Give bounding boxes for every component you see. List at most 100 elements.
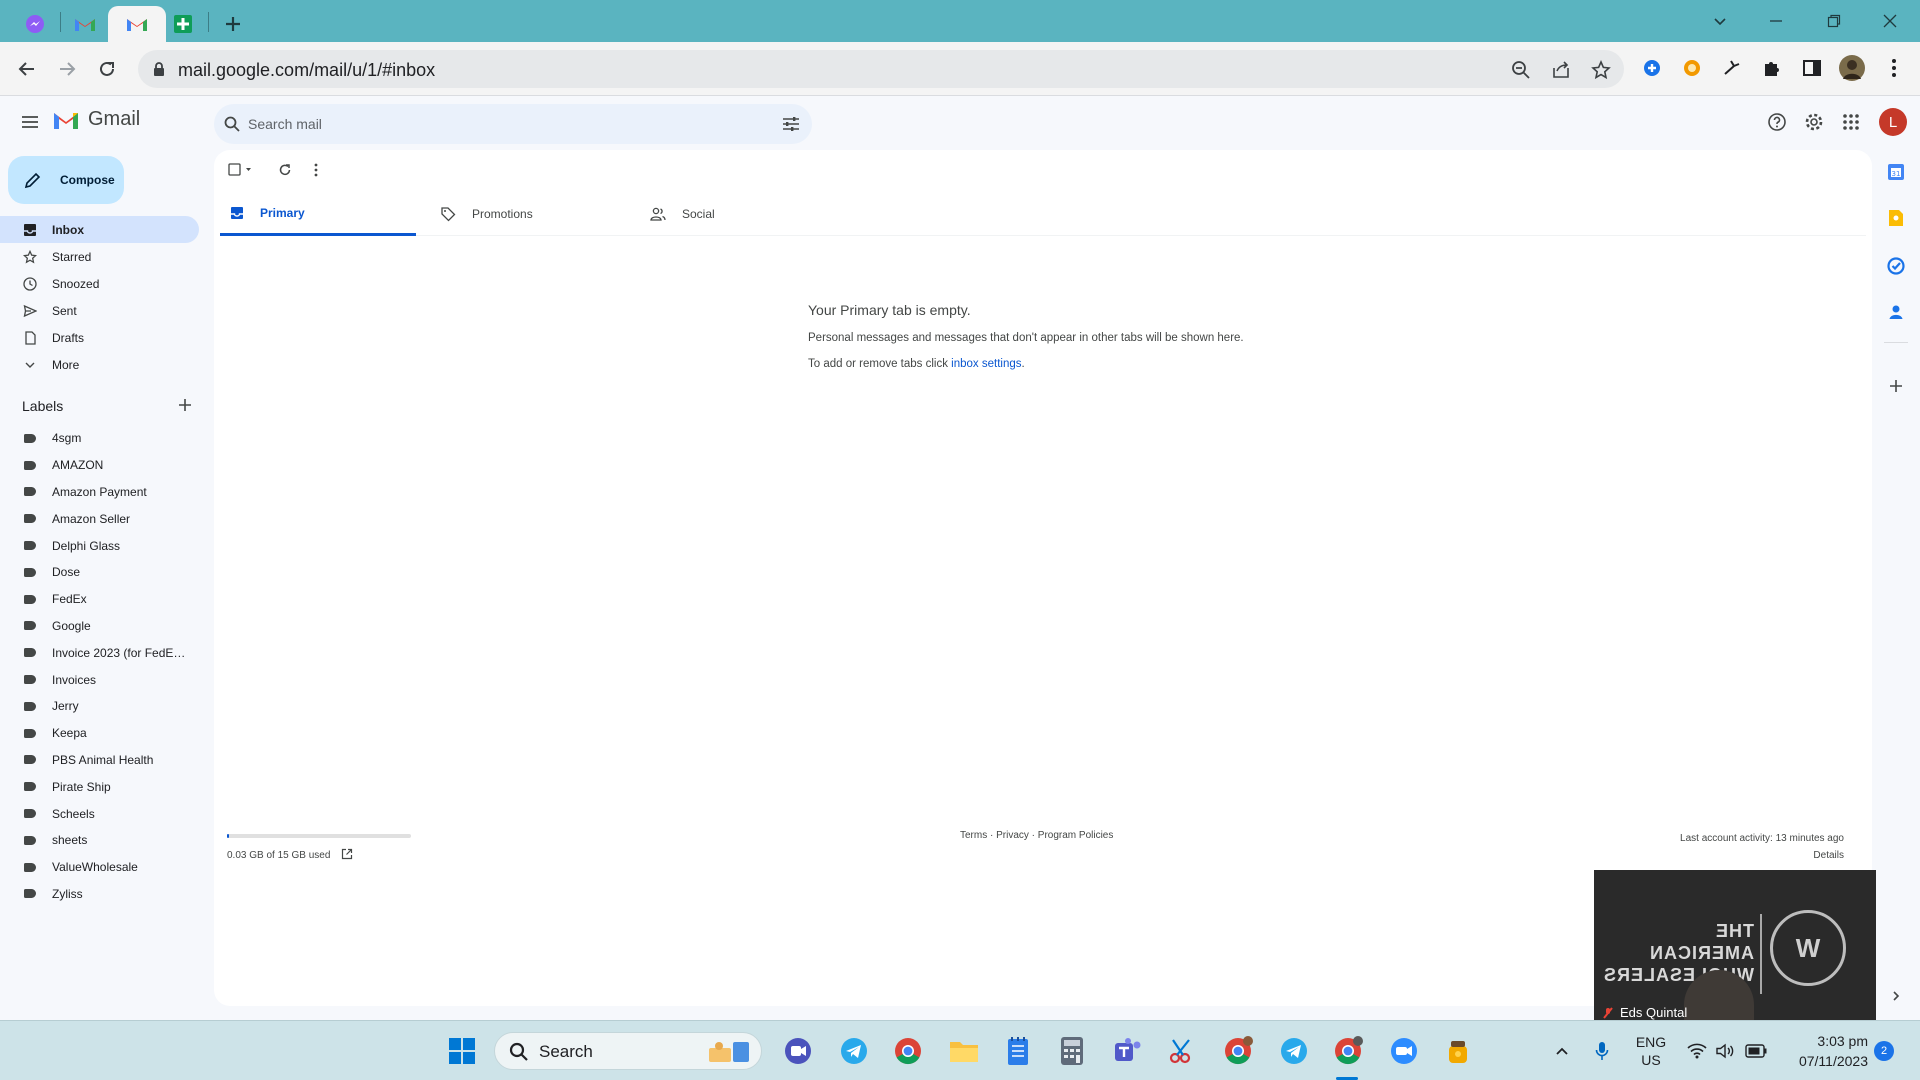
label-item[interactable]: Jerry bbox=[0, 693, 200, 720]
taskbar-telegram-2[interactable] bbox=[1276, 1033, 1312, 1069]
search-icon[interactable] bbox=[224, 116, 240, 132]
get-addons-button[interactable] bbox=[1886, 376, 1906, 396]
search-options-icon[interactable] bbox=[782, 116, 800, 132]
taskbar-snipping-app[interactable] bbox=[1164, 1033, 1200, 1069]
settings-button[interactable] bbox=[1802, 110, 1826, 134]
label-item[interactable]: Keepa bbox=[0, 720, 200, 747]
nav-item-sent[interactable]: Sent bbox=[0, 297, 200, 324]
restore-button[interactable] bbox=[1806, 0, 1862, 42]
bookmark-button[interactable] bbox=[1590, 59, 1612, 81]
back-button[interactable] bbox=[12, 54, 42, 84]
label-item[interactable]: Invoices bbox=[0, 666, 200, 693]
label-item[interactable]: ValueWholesale bbox=[0, 854, 200, 881]
taskbar-clock[interactable]: 3:03 pm 07/11/2023 bbox=[1778, 1031, 1868, 1071]
label-item[interactable]: Amazon Payment bbox=[0, 479, 200, 506]
taskbar-file-explorer[interactable] bbox=[946, 1033, 982, 1069]
extensions-button[interactable] bbox=[1758, 54, 1786, 82]
select-all-checkbox[interactable] bbox=[228, 160, 254, 180]
new-tab-button[interactable] bbox=[210, 6, 256, 42]
taskbar-app-extra[interactable] bbox=[1440, 1033, 1476, 1069]
zoom-button[interactable] bbox=[1510, 59, 1532, 81]
video-call-overlay[interactable]: THE AMERICAN WHOLESALERS W Eds Quintal bbox=[1594, 870, 1876, 1020]
nav-item-starred[interactable]: Starred bbox=[0, 243, 200, 270]
main-menu-button[interactable] bbox=[18, 110, 42, 134]
forward-button[interactable] bbox=[52, 54, 82, 84]
tab-social[interactable]: Social bbox=[640, 192, 836, 236]
taskbar-telegram-app[interactable] bbox=[836, 1033, 872, 1069]
label-item[interactable]: FedEx bbox=[0, 586, 200, 613]
taskbar-chrome-profile-2[interactable] bbox=[1330, 1033, 1366, 1069]
input-language[interactable]: ENG US bbox=[1628, 1021, 1674, 1080]
extension-3-button[interactable] bbox=[1718, 54, 1746, 82]
url-text[interactable]: mail.google.com/mail/u/1/#inbox bbox=[178, 60, 435, 81]
wifi-tray-icon[interactable] bbox=[1684, 1021, 1710, 1080]
lock-icon[interactable] bbox=[152, 61, 166, 77]
add-label-icon[interactable] bbox=[178, 398, 192, 412]
search-bar[interactable] bbox=[214, 104, 812, 144]
keep-app-button[interactable] bbox=[1886, 208, 1906, 228]
label-item[interactable]: AMAZON bbox=[0, 452, 200, 479]
volume-tray-icon[interactable] bbox=[1712, 1021, 1738, 1080]
label-item[interactable]: Amazon Seller bbox=[0, 505, 200, 532]
label-item[interactable]: Dose bbox=[0, 559, 200, 586]
taskbar-meet-app[interactable] bbox=[780, 1033, 816, 1069]
search-input[interactable] bbox=[248, 112, 748, 136]
refresh-button[interactable] bbox=[278, 160, 292, 180]
notification-badge[interactable]: 2 bbox=[1874, 1041, 1894, 1061]
start-button[interactable] bbox=[444, 1033, 480, 1069]
battery-tray-icon[interactable] bbox=[1742, 1021, 1770, 1080]
nav-item-inbox[interactable]: Inbox bbox=[0, 216, 199, 243]
side-panel-button[interactable] bbox=[1798, 54, 1826, 82]
tab-gmail[interactable] bbox=[62, 6, 108, 42]
label-item[interactable]: Google bbox=[0, 613, 200, 640]
account-avatar[interactable]: L bbox=[1879, 108, 1907, 136]
inbox-settings-link[interactable]: inbox settings bbox=[951, 358, 1021, 370]
label-item[interactable]: sheets bbox=[0, 827, 200, 854]
share-button[interactable] bbox=[1550, 59, 1572, 81]
nav-item-snoozed[interactable]: Snoozed bbox=[0, 270, 200, 297]
gmail-logo[interactable]: Gmail bbox=[52, 108, 140, 131]
more-actions-button[interactable] bbox=[314, 160, 318, 180]
nav-item-drafts[interactable]: Drafts bbox=[0, 324, 200, 351]
taskbar-notepad-app[interactable] bbox=[1000, 1033, 1036, 1069]
taskbar-calculator-app[interactable] bbox=[1054, 1033, 1090, 1069]
address-bar[interactable]: mail.google.com/mail/u/1/#inbox bbox=[138, 50, 1624, 88]
tab-gmail-active[interactable] bbox=[108, 6, 166, 42]
browser-menu-button[interactable] bbox=[1880, 54, 1908, 82]
taskbar-teams-app[interactable] bbox=[1110, 1033, 1146, 1069]
compose-button[interactable]: Compose bbox=[8, 156, 124, 204]
label-item[interactable]: Delphi Glass bbox=[0, 532, 200, 559]
tab-search-button[interactable] bbox=[1692, 0, 1748, 42]
extension-2-button[interactable] bbox=[1678, 54, 1706, 82]
label-item[interactable]: Scheels bbox=[0, 800, 200, 827]
taskbar-chrome-profile-1[interactable] bbox=[1220, 1033, 1256, 1069]
extension-1-button[interactable] bbox=[1638, 54, 1666, 82]
taskbar-search[interactable]: Search bbox=[494, 1032, 762, 1070]
microphone-tray-icon[interactable] bbox=[1590, 1021, 1614, 1080]
label-item[interactable]: Zyliss bbox=[0, 881, 200, 908]
tab-promotions[interactable]: Promotions bbox=[430, 192, 626, 236]
show-side-panel-button[interactable] bbox=[1886, 986, 1906, 1006]
tab-messenger[interactable] bbox=[12, 6, 58, 42]
close-window-button[interactable] bbox=[1862, 0, 1918, 42]
calendar-app-button[interactable]: 31 bbox=[1886, 162, 1906, 182]
label-item[interactable]: PBS Animal Health bbox=[0, 747, 200, 774]
show-hidden-icons-button[interactable] bbox=[1550, 1021, 1574, 1080]
external-link-icon[interactable] bbox=[341, 848, 353, 860]
label-item[interactable]: Pirate Ship bbox=[0, 773, 200, 800]
footer-links[interactable]: Terms · Privacy · Program Policies bbox=[960, 830, 1113, 841]
reload-button[interactable] bbox=[92, 54, 122, 84]
nav-item-more[interactable]: More bbox=[0, 351, 200, 378]
taskbar-zoom-app[interactable] bbox=[1386, 1033, 1422, 1069]
tab-sheets[interactable] bbox=[160, 6, 206, 42]
tab-primary[interactable]: Primary bbox=[220, 192, 416, 236]
details-link[interactable]: Details bbox=[1680, 847, 1844, 864]
minimize-button[interactable] bbox=[1748, 0, 1804, 42]
apps-button[interactable] bbox=[1839, 110, 1863, 134]
label-item[interactable]: Invoice 2023 (for FedEx ... bbox=[0, 639, 200, 666]
profile-button[interactable] bbox=[1838, 54, 1866, 82]
support-button[interactable] bbox=[1765, 110, 1789, 134]
label-item[interactable]: 4sgm bbox=[0, 425, 200, 452]
tasks-app-button[interactable] bbox=[1886, 256, 1906, 276]
taskbar-chrome-app[interactable] bbox=[890, 1033, 926, 1069]
